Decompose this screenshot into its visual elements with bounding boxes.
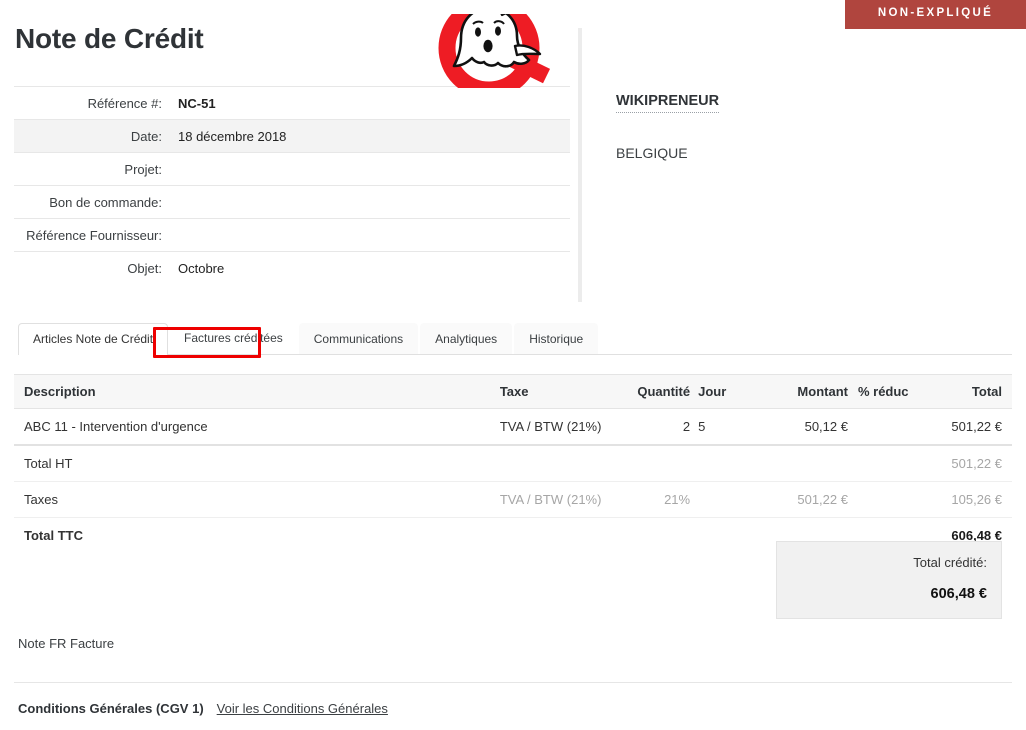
detail-value: Octobre [172, 252, 570, 285]
detail-label: Référence Fournisseur: [14, 219, 172, 252]
document-note: Note FR Facture [18, 636, 114, 651]
summary-row-taxes: Taxes TVA / BTW (21%) 21% 501,22 € 105,2… [14, 482, 1012, 518]
detail-row-date: Date: 18 décembre 2018 [14, 120, 570, 153]
tab-label: Articles Note de Crédit [33, 332, 153, 346]
tab-articles-note-de-credit[interactable]: Articles Note de Crédit [18, 323, 168, 355]
summary-row-total-ht: Total HT 501,22 € [14, 445, 1012, 482]
total-credited-label: Total crédité: [777, 554, 987, 572]
table-header-row: Description Taxe Quantité Jour Montant %… [14, 375, 1012, 409]
cell-quantity [621, 445, 690, 482]
column-header-day: Jour [690, 375, 755, 409]
cell-amount: 501,22 € [755, 482, 848, 518]
credit-note-document: Note de Crédit [0, 0, 1026, 553]
tab-historique[interactable]: Historique [514, 323, 598, 354]
detail-label: Objet: [14, 252, 172, 285]
terms-link[interactable]: Voir les Conditions Générales [217, 701, 388, 716]
column-header-tax: Taxe [500, 375, 621, 409]
cell-quantity: 21% [621, 482, 690, 518]
cell-total: 501,22 € [923, 409, 1012, 446]
cell-tax: TVA / BTW (21%) [500, 482, 621, 518]
cell-amount [755, 445, 848, 482]
document-header-left: Note de Crédit [14, 14, 570, 285]
cell-total: 105,26 € [923, 482, 1012, 518]
column-header-total: Total [923, 375, 1012, 409]
detail-row-project: Projet: [14, 153, 570, 186]
cell-description: ABC 11 - Intervention d'urgence [14, 409, 500, 446]
detail-row-supplier-reference: Référence Fournisseur: [14, 219, 570, 252]
cell-discount [848, 409, 923, 446]
cell-total: 501,22 € [923, 445, 1012, 482]
tab-label: Factures créditées [184, 331, 283, 345]
total-credited-amount: 606,48 € [777, 586, 987, 602]
page-title: Note de Crédit [15, 24, 204, 55]
cell-label: Total TTC [14, 518, 500, 554]
column-header-quantity: Quantité [621, 375, 690, 409]
cell-label: Total HT [14, 445, 500, 482]
terms-and-conditions-row: Conditions Générales (CGV 1) Voir les Co… [18, 701, 388, 716]
cell-discount [848, 445, 923, 482]
tab-communications[interactable]: Communications [299, 323, 418, 354]
total-credited-box: Total crédité: 606,48 € [776, 541, 1002, 619]
column-header-description: Description [14, 375, 500, 409]
party-country: BELGIQUE [616, 145, 1012, 161]
line-items-table: Description Taxe Quantité Jour Montant %… [14, 374, 1012, 553]
detail-row-reference: Référence #: NC-51 [14, 87, 570, 120]
cell-quantity: 2 [621, 409, 690, 446]
tab-analytiques[interactable]: Analytiques [420, 323, 512, 354]
cell-quantity [621, 518, 690, 554]
title-and-logo: Note de Crédit [14, 14, 570, 86]
cell-day [690, 482, 755, 518]
tab-factures-creditees[interactable]: Factures créditées [170, 323, 297, 354]
detail-value [172, 186, 570, 219]
detail-value: NC-51 [172, 87, 570, 120]
document-header: Note de Crédit [14, 0, 1012, 302]
detail-row-subject: Objet: Octobre [14, 252, 570, 285]
tab-label: Analytiques [435, 332, 497, 346]
footer-divider [14, 682, 1012, 683]
tab-bar-wrapper: Articles Note de Crédit Factures crédité… [14, 323, 1012, 355]
column-header-amount: Montant [755, 375, 848, 409]
detail-label: Bon de commande: [14, 186, 172, 219]
ghostbusters-logo [420, 14, 558, 88]
detail-row-purchase-order: Bon de commande: [14, 186, 570, 219]
cell-tax: TVA / BTW (21%) [500, 409, 621, 446]
cell-label: Taxes [14, 482, 500, 518]
detail-value: 18 décembre 2018 [172, 120, 570, 153]
cell-day [690, 518, 755, 554]
detail-value [172, 219, 570, 252]
cell-discount [848, 482, 923, 518]
party-name[interactable]: WIKIPRENEUR [616, 92, 719, 113]
table-row[interactable]: ABC 11 - Intervention d'urgence TVA / BT… [14, 409, 1012, 446]
tab-label: Communications [314, 332, 403, 346]
tab-label: Historique [529, 332, 583, 346]
detail-label: Référence #: [14, 87, 172, 120]
detail-label: Projet: [14, 153, 172, 186]
cell-tax [500, 445, 621, 482]
document-header-right: WIKIPRENEUR BELGIQUE [582, 14, 1012, 161]
cell-tax [500, 518, 621, 554]
column-header-discount: % réduc [848, 375, 923, 409]
cell-day [690, 445, 755, 482]
tab-bar: Articles Note de Crédit Factures crédité… [18, 323, 1012, 355]
detail-value [172, 153, 570, 186]
terms-label: Conditions Générales (CGV 1) [18, 701, 204, 716]
cell-amount: 50,12 € [755, 409, 848, 446]
document-details-table: Référence #: NC-51 Date: 18 décembre 201… [14, 86, 570, 285]
cell-day: 5 [690, 409, 755, 446]
detail-label: Date: [14, 120, 172, 153]
